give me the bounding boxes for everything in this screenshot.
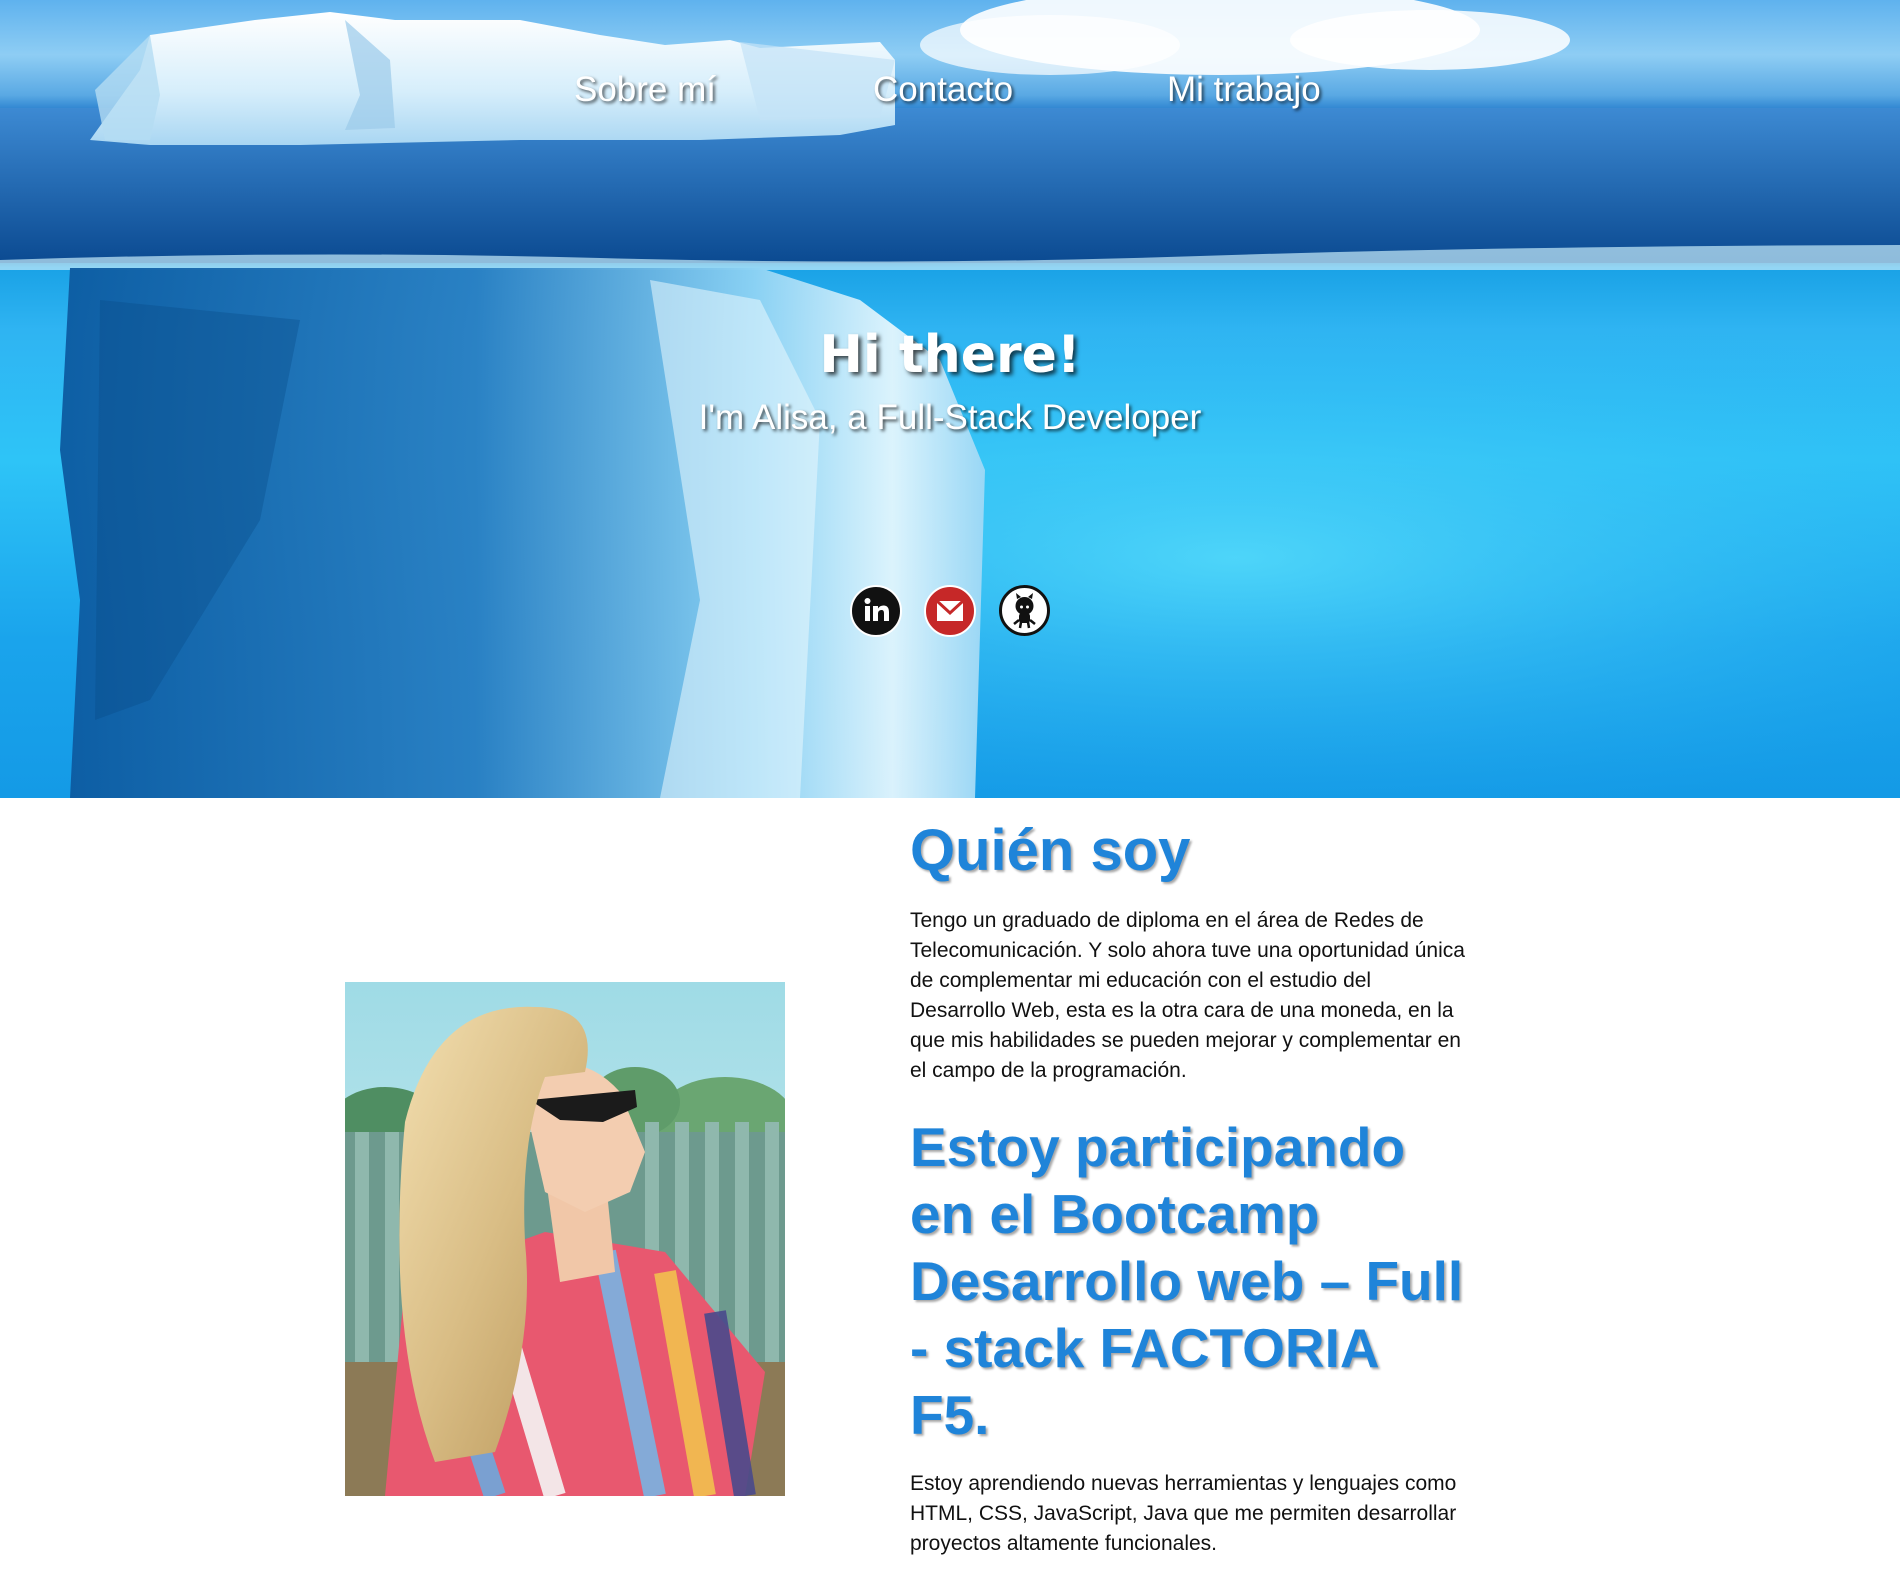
bootcamp-paragraph: Estoy aprendiendo nuevas herramientas y … [910,1472,1457,1555]
social-links [850,585,1050,637]
bootcamp-heading: Estoy participando en el Bootcamp Desarr… [910,1116,1464,1446]
hero-section: Sobre mí Contacto Mi trabajo Hi there! I… [0,0,1900,798]
nav-link-mi-trabajo[interactable]: Mi trabajo [1167,70,1321,110]
linkedin-icon[interactable] [850,585,902,637]
hero-title: Hi there! [819,325,1081,385]
hero-subtitle: I'm Alisa, a Full-Stack Developer [698,398,1202,437]
about-paragraph: Tengo un graduado de diploma en el área … [910,909,1465,1082]
gmail-icon[interactable] [924,585,976,637]
main-nav: Sobre mí Contacto Mi trabajo [0,70,1900,120]
about-section: Quién soy Tengo un graduado de diploma e… [0,798,1900,1580]
about-heading: Quién soy [910,818,1191,883]
profile-photo [345,982,785,1496]
nav-link-sobre-mi[interactable]: Sobre mí [574,70,716,110]
about-content: Quién soy Tengo un graduado de diploma e… [910,818,1470,1559]
nav-link-contacto[interactable]: Contacto [873,70,1013,110]
github-icon[interactable] [999,585,1050,636]
